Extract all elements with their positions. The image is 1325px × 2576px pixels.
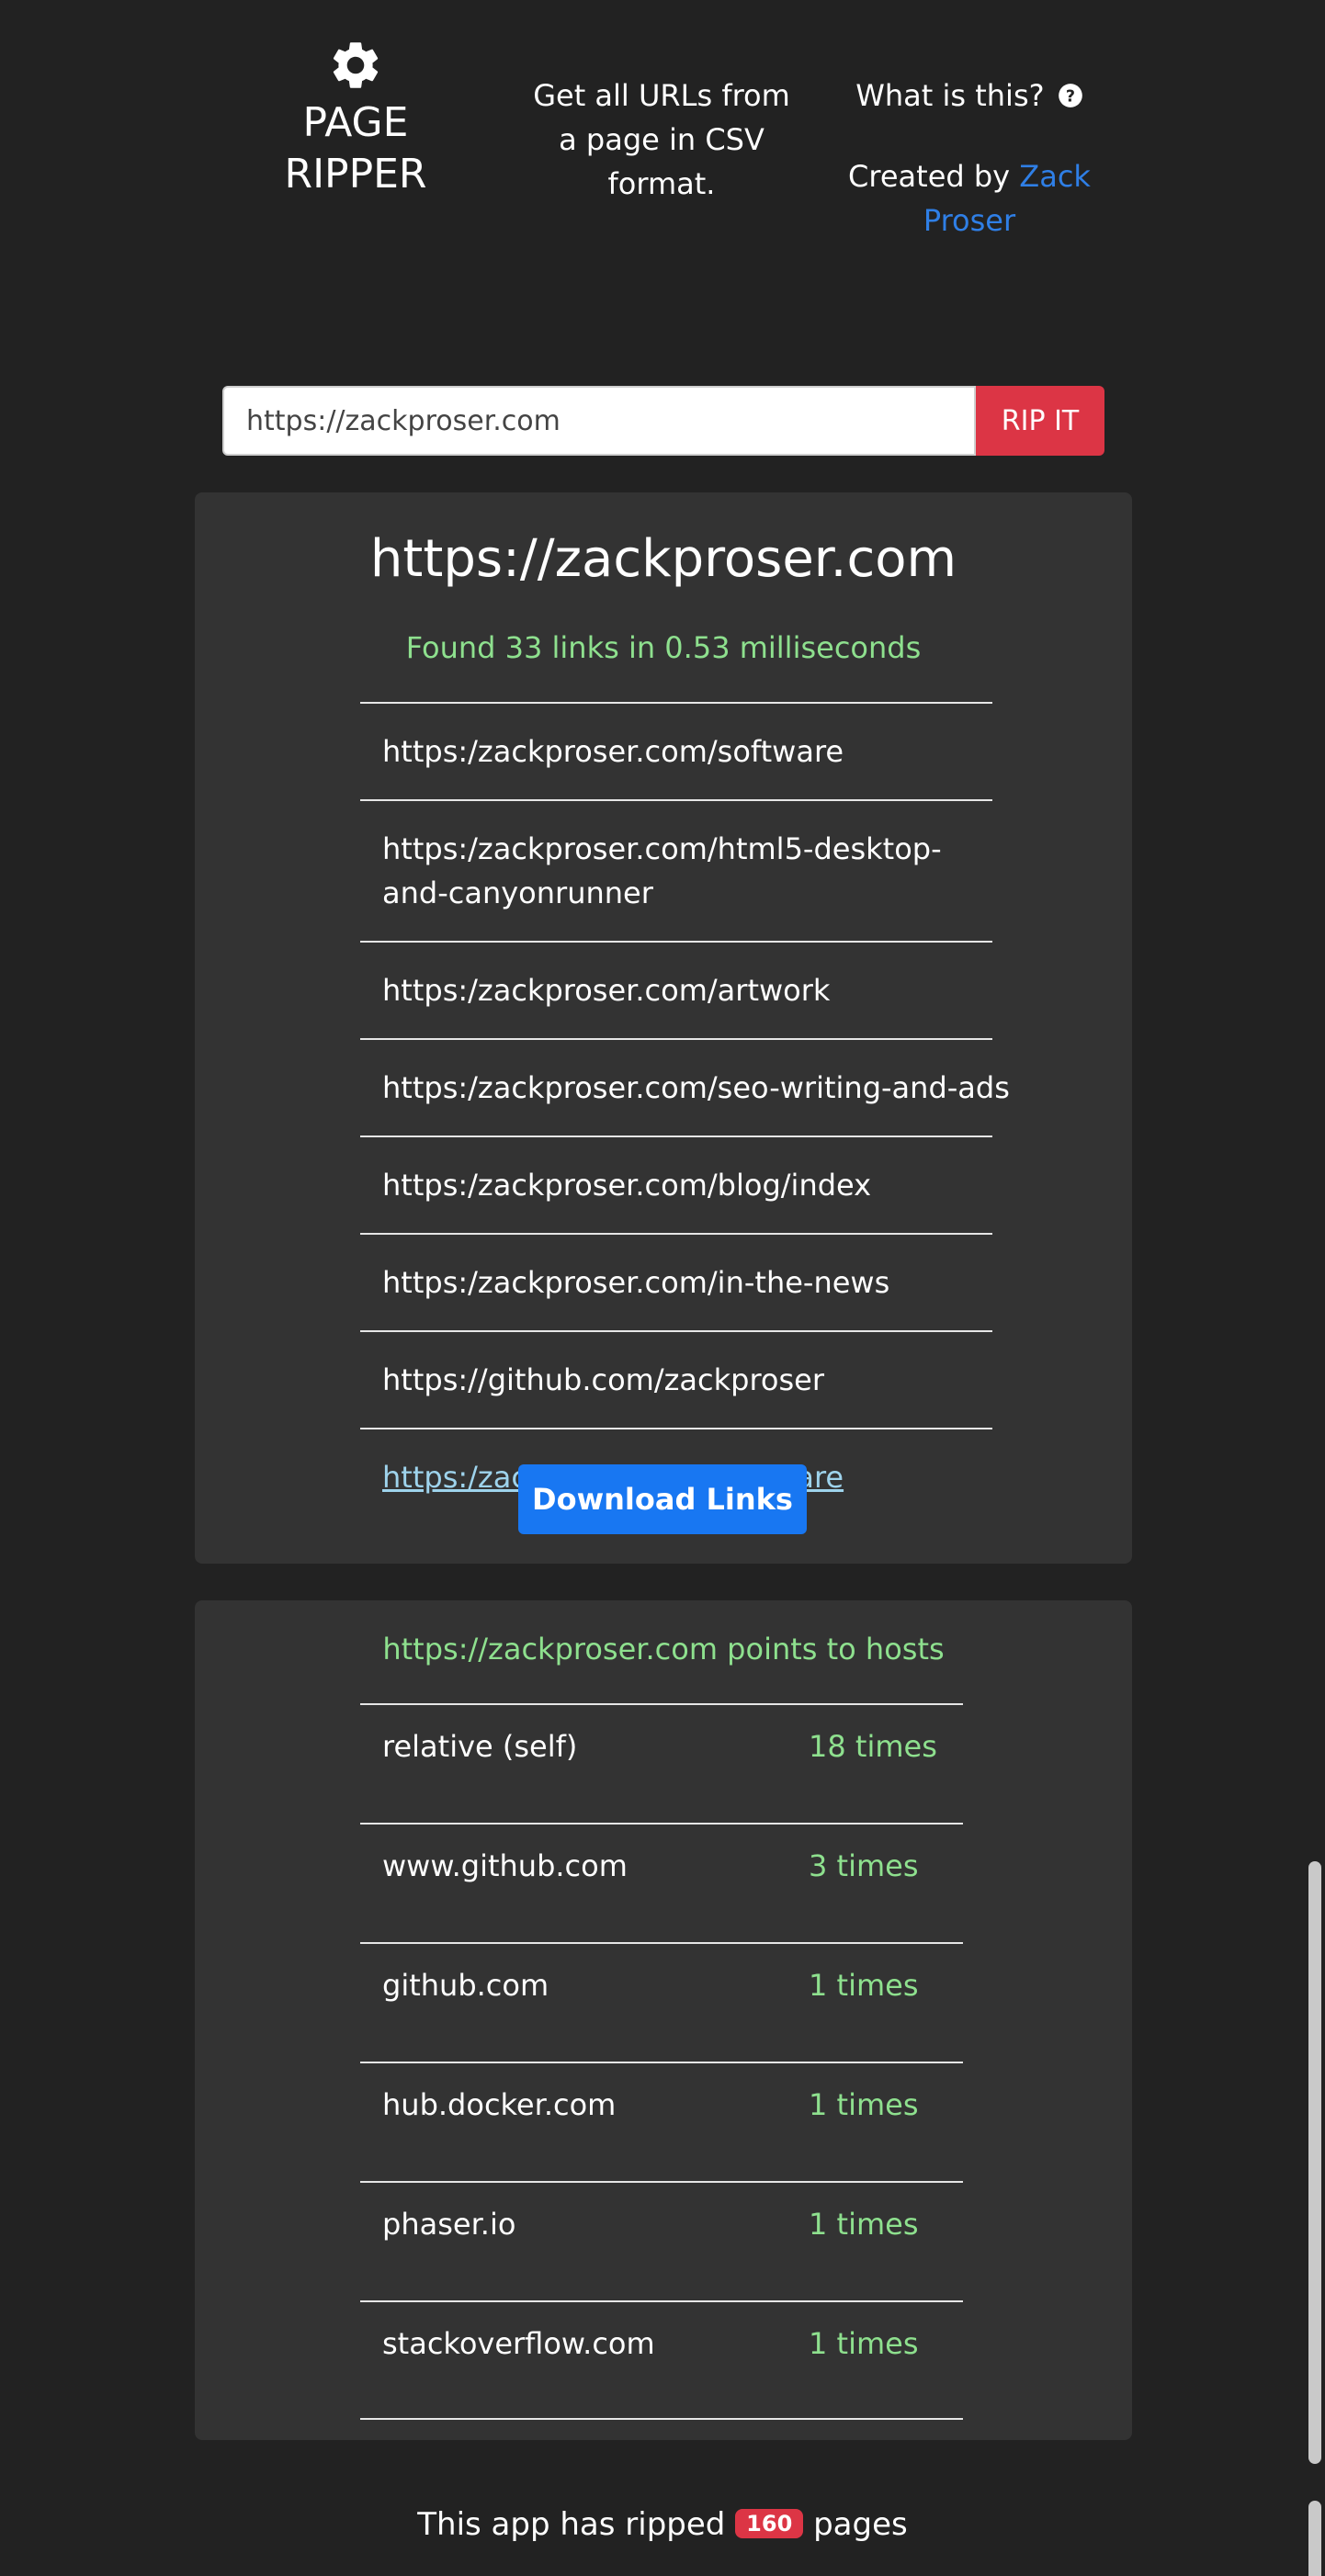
ripped-count-badge: 160	[735, 2509, 804, 2538]
host-name: github.com	[382, 1968, 549, 2003]
download-links-button[interactable]: Download Links	[518, 1464, 807, 1534]
hosts-title: https://zackproser.com points to hosts	[382, 1632, 945, 1666]
what-is-this-link[interactable]: What is this? ?	[827, 73, 1112, 118]
list-item: https:/zackproser.com/in-the-news	[360, 1233, 992, 1330]
ripped-prefix: This app has ripped	[417, 2506, 736, 2543]
host-count: 1 times	[809, 2326, 919, 2361]
page-ripper-app: PAGE RIPPER Get all URLs from a page in …	[0, 0, 1325, 2576]
list-item: https://github.com/zackproser	[360, 1330, 992, 1428]
scrollbar-thumb-secondary[interactable]	[1308, 2501, 1321, 2576]
host-count: 1 times	[809, 1968, 919, 2003]
host-count: 3 times	[809, 1848, 919, 1883]
brand-title: PAGE RIPPER	[264, 97, 447, 200]
what-is-this-label: What is this?	[855, 78, 1045, 113]
ripped-counter: This app has ripped 160 pages	[0, 2506, 1325, 2543]
host-count: 1 times	[809, 2087, 919, 2122]
result-title: https://zackproser.com	[369, 529, 957, 589]
found-summary: Found 33 links in 0.53 milliseconds	[405, 630, 922, 665]
list-item: https:/zackproser.com/artwork	[360, 941, 992, 1038]
url-input[interactable]	[222, 386, 976, 456]
brand-title-line2: RIPPER	[284, 151, 427, 198]
results-panel: https://zackproser.com Found 33 links in…	[195, 492, 1132, 1564]
brand-title-line1: PAGE	[302, 99, 409, 146]
table-row: phaser.io 1 times	[360, 2181, 963, 2300]
list-item: https:/zackproser.com/blog/index	[360, 1135, 992, 1233]
brand: PAGE RIPPER	[264, 37, 447, 200]
hosts-panel: https://zackproser.com points to hosts r…	[195, 1600, 1132, 2440]
table-row: github.com 1 times	[360, 1942, 963, 2062]
list-item: https:/zackproser.com/html5-desktop-and-…	[360, 799, 992, 941]
tagline: Get all URLs from a page in CSV format.	[533, 78, 790, 201]
host-count: 1 times	[809, 2207, 919, 2242]
host-name: relative (self)	[382, 1729, 578, 1764]
url-list: https:/zackproser.com/software https:/za…	[360, 702, 1010, 1525]
question-circle-icon: ?	[1058, 84, 1082, 107]
table-row: stackoverflow.com 1 times	[360, 2300, 963, 2420]
created-by: Created by Zack Proser	[827, 154, 1112, 243]
table-row: relative (self) 18 times	[360, 1703, 963, 1823]
ripped-suffix: pages	[803, 2506, 908, 2543]
host-name: stackoverflow.com	[382, 2326, 655, 2361]
gear-icon	[333, 42, 379, 88]
table-row: www.github.com 3 times	[360, 1823, 963, 1942]
host-count: 18 times	[809, 1729, 937, 1764]
rip-it-button[interactable]: RIP IT	[976, 386, 1104, 456]
list-item: https:/zackproser.com/seo-writing-and-ad…	[360, 1038, 1010, 1135]
hosts-table: relative (self) 18 times www.github.com …	[360, 1703, 963, 2420]
host-name: phaser.io	[382, 2207, 516, 2242]
scrollbar-thumb[interactable]	[1308, 1861, 1321, 2464]
table-row: hub.docker.com 1 times	[360, 2062, 963, 2181]
created-by-prefix: Created by	[848, 159, 1020, 194]
host-name: hub.docker.com	[382, 2087, 617, 2122]
about-section: What is this? ? Created by Zack Proser	[827, 73, 1112, 243]
list-item: https:/zackproser.com/software	[360, 702, 992, 799]
svg-text:?: ?	[1066, 87, 1075, 106]
host-name: www.github.com	[382, 1848, 628, 1883]
